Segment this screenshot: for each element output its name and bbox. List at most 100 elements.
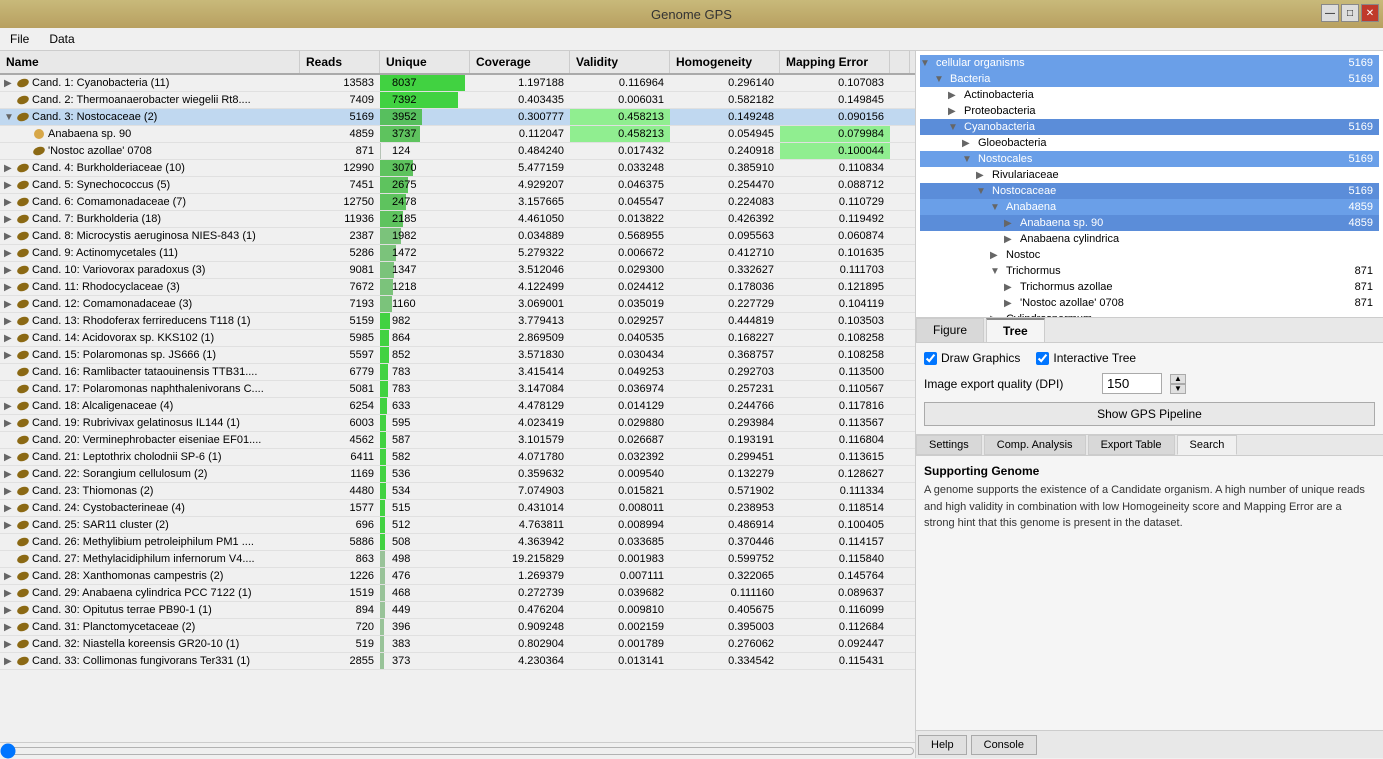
table-row[interactable]: ▶ Cand. 32: Niastella koreensis GR20-10 …	[0, 636, 915, 653]
tree-node[interactable]: ▼ Nostocales 5169	[920, 151, 1379, 167]
tree-node-label[interactable]: cellular organisms	[932, 56, 1029, 70]
tree-expand-icon[interactable]: ▶	[948, 90, 960, 101]
expand-arrow[interactable]: ▶	[4, 605, 14, 616]
table-row[interactable]: Cand. 20: Verminephrobacter eiseniae EF0…	[0, 432, 915, 449]
tree-expand-icon[interactable]: ▶	[1004, 282, 1016, 293]
expand-arrow[interactable]: ▶	[4, 503, 14, 514]
tree-expand-icon[interactable]: ▼	[990, 266, 1002, 277]
tree-node-label[interactable]: Anabaena	[1002, 200, 1060, 214]
tree-area[interactable]: ▼ cellular organisms 5169 ▼ Bacteria 516…	[916, 51, 1383, 318]
tree-node-label[interactable]: 'Nostoc azollae' 0708	[1016, 296, 1128, 310]
table-row[interactable]: 'Nostoc azollae' 0708 871 124 0.484240 0…	[0, 143, 915, 160]
tree-node[interactable]: ▶ Nostoc	[920, 247, 1379, 263]
expand-arrow[interactable]: ▶	[4, 282, 14, 293]
table-row[interactable]: Cand. 2: Thermoanaerobacter wiegelii Rt8…	[0, 92, 915, 109]
table-row[interactable]: ▶ Cand. 12: Comamonadaceae (3) 7193 1160…	[0, 296, 915, 313]
table-row[interactable]: ▶ Cand. 25: SAR11 cluster (2) 696 512 4.…	[0, 517, 915, 534]
tree-node-label[interactable]: Nostoc	[1002, 248, 1044, 262]
table-row[interactable]: Anabaena sp. 90 4859 3737 0.112047 0.458…	[0, 126, 915, 143]
menu-file[interactable]: File	[4, 30, 35, 48]
help-button[interactable]: Help	[918, 735, 967, 755]
tree-expand-icon[interactable]: ▼	[948, 122, 960, 133]
table-row[interactable]: ▶ Cand. 29: Anabaena cylindrica PCC 7122…	[0, 585, 915, 602]
tab-tree[interactable]: Tree	[986, 318, 1045, 342]
draw-graphics-label[interactable]: Draw Graphics	[924, 351, 1020, 365]
tree-node[interactable]: ▶ 'Nostoc azollae' 0708 871	[920, 295, 1379, 311]
table-row[interactable]: ▶ Cand. 28: Xanthomonas campestris (2) 1…	[0, 568, 915, 585]
tree-expand-icon[interactable]: ▶	[1004, 234, 1016, 245]
tree-expand-icon[interactable]: ▶	[1004, 298, 1016, 309]
btab-comp-analysis[interactable]: Comp. Analysis	[984, 435, 1086, 455]
show-gps-pipeline-button[interactable]: Show GPS Pipeline	[924, 402, 1375, 426]
tree-node[interactable]: ▶ Anabaena cylindrica	[920, 231, 1379, 247]
tab-figure[interactable]: Figure	[916, 318, 984, 342]
horizontal-scrollbar[interactable]	[0, 742, 915, 758]
tree-expand-icon[interactable]: ▼	[920, 58, 932, 69]
table-row[interactable]: ▶ Cand. 22: Sorangium cellulosum (2) 116…	[0, 466, 915, 483]
expand-arrow[interactable]: ▶	[4, 469, 14, 480]
tree-node[interactable]: ▶ Actinobacteria	[920, 87, 1379, 103]
tree-expand-icon[interactable]: ▼	[976, 186, 988, 197]
table-row[interactable]: ▶ Cand. 11: Rhodocyclaceae (3) 7672 1218…	[0, 279, 915, 296]
tree-node[interactable]: ▶ Trichormus azollae 871	[920, 279, 1379, 295]
tree-expand-icon[interactable]: ▶	[948, 106, 960, 117]
tree-node-label[interactable]: Trichormus	[1002, 264, 1065, 278]
draw-graphics-checkbox[interactable]	[924, 352, 937, 365]
expand-arrow[interactable]: ▶	[4, 639, 14, 650]
table-row[interactable]: ▶ Cand. 33: Collimonas fungivorans Ter33…	[0, 653, 915, 670]
tree-node[interactable]: ▶ Proteobacteria	[920, 103, 1379, 119]
tree-node[interactable]: ▶ Anabaena sp. 90 4859	[920, 215, 1379, 231]
table-row[interactable]: ▶ Cand. 31: Planctomycetaceae (2) 720 39…	[0, 619, 915, 636]
menu-data[interactable]: Data	[43, 30, 80, 48]
tree-node[interactable]: ▼ Trichormus 871	[920, 263, 1379, 279]
tree-node-label[interactable]: Proteobacteria	[960, 104, 1040, 118]
expand-arrow[interactable]: ▶	[4, 588, 14, 599]
table-row[interactable]: ▶ Cand. 21: Leptothrix cholodnii SP-6 (1…	[0, 449, 915, 466]
tree-node[interactable]: ▼ Bacteria 5169	[920, 71, 1379, 87]
btab-settings[interactable]: Settings	[916, 435, 982, 455]
expand-arrow[interactable]: ▶	[4, 214, 14, 225]
table-body[interactable]: ▶ Cand. 1: Cyanobacteria (11) 13583 8037…	[0, 75, 915, 742]
table-row[interactable]: Cand. 17: Polaromonas naphthalenivorans …	[0, 381, 915, 398]
table-row[interactable]: ▶ Cand. 19: Rubrivivax gelatinosus IL144…	[0, 415, 915, 432]
expand-arrow[interactable]: ▶	[4, 452, 14, 463]
table-row[interactable]: ▶ Cand. 4: Burkholderiaceae (10) 12990 3…	[0, 160, 915, 177]
tree-node[interactable]: ▼ Anabaena 4859	[920, 199, 1379, 215]
dpi-up-button[interactable]: ▲	[1170, 374, 1186, 384]
tree-node-label[interactable]: Cyanobacteria	[960, 120, 1039, 134]
expand-arrow[interactable]: ▶	[4, 401, 14, 412]
tree-node[interactable]: ▶ Cylindrospermum	[920, 311, 1379, 318]
table-row[interactable]: ▶ Cand. 9: Actinomycetales (11) 5286 147…	[0, 245, 915, 262]
tree-expand-icon[interactable]: ▼	[962, 154, 974, 165]
table-row[interactable]: ▶ Cand. 15: Polaromonas sp. JS666 (1) 55…	[0, 347, 915, 364]
tree-node[interactable]: ▶ Gloeobacteria	[920, 135, 1379, 151]
dpi-input[interactable]	[1102, 373, 1162, 394]
tree-expand-icon[interactable]: ▶	[1004, 218, 1016, 229]
expand-arrow[interactable]: ▶	[4, 316, 14, 327]
expand-arrow[interactable]: ▼	[4, 112, 14, 123]
table-row[interactable]: Cand. 16: Ramlibacter tataouinensis TTB3…	[0, 364, 915, 381]
dpi-down-button[interactable]: ▼	[1170, 384, 1186, 394]
minimize-button[interactable]: —	[1321, 4, 1339, 22]
tree-node-label[interactable]: Rivulariaceae	[988, 168, 1063, 182]
tree-node[interactable]: ▼ Cyanobacteria 5169	[920, 119, 1379, 135]
tree-node-label[interactable]: Anabaena sp. 90	[1016, 216, 1107, 230]
expand-arrow[interactable]: ▶	[4, 418, 14, 429]
table-row[interactable]: ▶ Cand. 10: Variovorax paradoxus (3) 908…	[0, 262, 915, 279]
table-row[interactable]: ▼ Cand. 3: Nostocaceae (2) 5169 3952 0.3…	[0, 109, 915, 126]
tree-expand-icon[interactable]: ▶	[990, 250, 1002, 261]
table-row[interactable]: ▶ Cand. 6: Comamonadaceae (7) 12750 2478…	[0, 194, 915, 211]
expand-arrow[interactable]: ▶	[4, 520, 14, 531]
tree-expand-icon[interactable]: ▼	[934, 74, 946, 85]
tree-node-label[interactable]: Bacteria	[946, 72, 994, 86]
expand-arrow[interactable]: ▶	[4, 571, 14, 582]
tree-node-label[interactable]: Gloeobacteria	[974, 136, 1051, 150]
expand-arrow[interactable]: ▶	[4, 197, 14, 208]
table-row[interactable]: Cand. 26: Methylibium petroleiphilum PM1…	[0, 534, 915, 551]
table-row[interactable]: ▶ Cand. 18: Alcaligenaceae (4) 6254 633 …	[0, 398, 915, 415]
expand-arrow[interactable]: ▶	[4, 622, 14, 633]
expand-arrow[interactable]: ▶	[4, 299, 14, 310]
interactive-tree-label[interactable]: Interactive Tree	[1036, 351, 1136, 365]
expand-arrow[interactable]: ▶	[4, 78, 14, 89]
tree-node-label[interactable]: Trichormus azollae	[1016, 280, 1117, 294]
